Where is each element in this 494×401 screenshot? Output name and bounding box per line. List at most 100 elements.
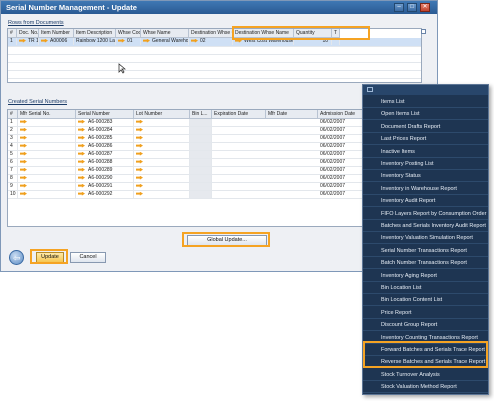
row-number: 8 [8, 175, 18, 182]
serial-number-cell: A6-000287 [76, 151, 134, 158]
menu-item[interactable]: Serial Number Transactions Report [363, 245, 488, 257]
bin-location-cell [190, 167, 212, 174]
link-arrow-icon[interactable] [78, 151, 85, 156]
mfr-serial-cell [18, 191, 76, 198]
menu-item[interactable]: Bin Location Content List [363, 294, 488, 307]
link-arrow-icon[interactable] [20, 143, 27, 148]
link-arrow-icon[interactable] [78, 159, 85, 164]
column-header[interactable]: Mfr Date [266, 110, 318, 119]
column-header[interactable]: Item Number [39, 29, 74, 38]
cell-text: Rainbow 1200 Laser [76, 38, 115, 44]
link-arrow-icon[interactable] [78, 143, 85, 148]
column-header[interactable]: Whse Name [141, 29, 189, 38]
link-arrow-icon[interactable] [78, 175, 85, 180]
link-arrow-icon[interactable] [19, 38, 26, 43]
link-arrow-icon[interactable] [136, 159, 143, 164]
menu-item[interactable]: Discount Group Report [363, 319, 488, 332]
link-arrow-icon[interactable] [136, 183, 143, 188]
link-arrow-icon[interactable] [191, 38, 198, 43]
cell-text: 01 [127, 38, 133, 44]
link-arrow-icon[interactable] [20, 151, 27, 156]
link-arrow-icon[interactable] [20, 175, 27, 180]
link-arrow-icon[interactable] [20, 127, 27, 132]
column-header[interactable]: Mfr Serial No. [18, 110, 76, 119]
link-arrow-icon[interactable] [20, 167, 27, 172]
link-arrow-icon[interactable] [20, 183, 27, 188]
menu-item[interactable]: Inactive Items [363, 146, 488, 158]
link-arrow-icon[interactable] [118, 38, 125, 43]
link-arrow-icon[interactable] [78, 127, 85, 132]
lot-number-cell [134, 167, 190, 174]
lot-number-cell [134, 175, 190, 182]
link-arrow-icon[interactable] [136, 175, 143, 180]
menu-item[interactable]: Stock Valuation Method Report [363, 381, 488, 394]
menu-item[interactable]: Batch Number Transactions Report [363, 257, 488, 270]
lot-number-cell [134, 183, 190, 190]
menu-item[interactable]: Items List [363, 96, 488, 108]
row-number: 9 [8, 183, 18, 190]
link-arrow-icon[interactable] [136, 119, 143, 124]
column-header[interactable]: Bin L... [190, 110, 212, 119]
menu-item[interactable]: Bin Location List [363, 282, 488, 294]
link-arrow-icon[interactable] [20, 159, 27, 164]
link-arrow-icon[interactable] [136, 143, 143, 148]
table-cell: 1 [8, 38, 17, 45]
column-header[interactable]: Lot Number [134, 110, 190, 119]
link-arrow-icon[interactable] [136, 167, 143, 172]
serial-number-text: A6-000291 [88, 183, 113, 189]
maximize-icon[interactable]: □ [407, 3, 417, 12]
link-arrow-icon[interactable] [78, 191, 85, 196]
back-icon[interactable]: ⇦ [9, 250, 24, 265]
link-arrow-icon[interactable] [136, 151, 143, 156]
created-serial-numbers-label: Created Serial Numbers [8, 99, 67, 105]
menu-item[interactable]: Inventory Valuation Simulation Report [363, 232, 488, 245]
column-header[interactable]: Expiration Date [212, 110, 266, 119]
menu-item[interactable]: Inventory Status [363, 170, 488, 183]
link-arrow-icon[interactable] [136, 191, 143, 196]
bin-location-cell [190, 135, 212, 142]
column-header[interactable]: # [8, 110, 18, 119]
column-header[interactable]: Doc. No. [17, 29, 39, 38]
menu-item[interactable]: Open Items List [363, 108, 488, 121]
link-arrow-icon[interactable] [143, 38, 150, 43]
link-arrow-icon[interactable] [78, 167, 85, 172]
minimize-icon[interactable]: ‒ [394, 3, 404, 12]
column-header[interactable]: Serial Number [76, 110, 134, 119]
menu-item[interactable]: Inventory Audit Report [363, 195, 488, 208]
link-arrow-icon[interactable] [20, 191, 27, 196]
menu-item[interactable]: Stock Turnover Analysis [363, 369, 488, 381]
link-arrow-icon[interactable] [136, 127, 143, 132]
link-arrow-icon[interactable] [78, 135, 85, 140]
column-header[interactable]: Item Description [74, 29, 116, 38]
table-cell: General Warehouse [141, 38, 189, 45]
menu-item[interactable]: Price Report [363, 307, 488, 319]
column-header[interactable]: Destination Whse Code [189, 29, 233, 38]
column-settings-icon[interactable] [421, 29, 426, 34]
column-header[interactable]: # [8, 29, 17, 38]
cancel-button[interactable]: Cancel [70, 252, 106, 263]
row-number: 3 [8, 135, 18, 142]
close-icon[interactable]: ✕ [420, 3, 430, 12]
menu-item[interactable]: Batches and Serials Inventory Audit Repo… [363, 220, 488, 232]
menu-item[interactable]: Inventory in Warehouse Report [363, 183, 488, 195]
menu-item[interactable]: FIFO Layers Report by Consumption Order [363, 208, 488, 220]
serial-number-text: A6-000287 [88, 151, 113, 157]
link-arrow-icon[interactable] [20, 119, 27, 124]
link-arrow-icon[interactable] [136, 135, 143, 140]
lot-number-cell [134, 151, 190, 158]
bin-location-cell [190, 151, 212, 158]
menu-item[interactable]: Inventory Aging Report [363, 270, 488, 282]
lot-number-cell [134, 191, 190, 198]
menu-item[interactable]: Last Prices Report [363, 133, 488, 146]
menu-item[interactable]: Document Drafts Report [363, 121, 488, 133]
update-highlight [30, 249, 68, 264]
mfr-serial-cell [18, 143, 76, 150]
link-arrow-icon[interactable] [78, 183, 85, 188]
link-arrow-icon[interactable] [78, 119, 85, 124]
column-header[interactable]: Whse Code [116, 29, 141, 38]
title-bar[interactable]: Serial Number Management - Update ‒ □ ✕ [1, 1, 437, 14]
row-number: 2 [8, 127, 18, 134]
link-arrow-icon[interactable] [20, 135, 27, 140]
link-arrow-icon[interactable] [41, 38, 48, 43]
menu-item[interactable]: Inventory Posting List [363, 158, 488, 170]
